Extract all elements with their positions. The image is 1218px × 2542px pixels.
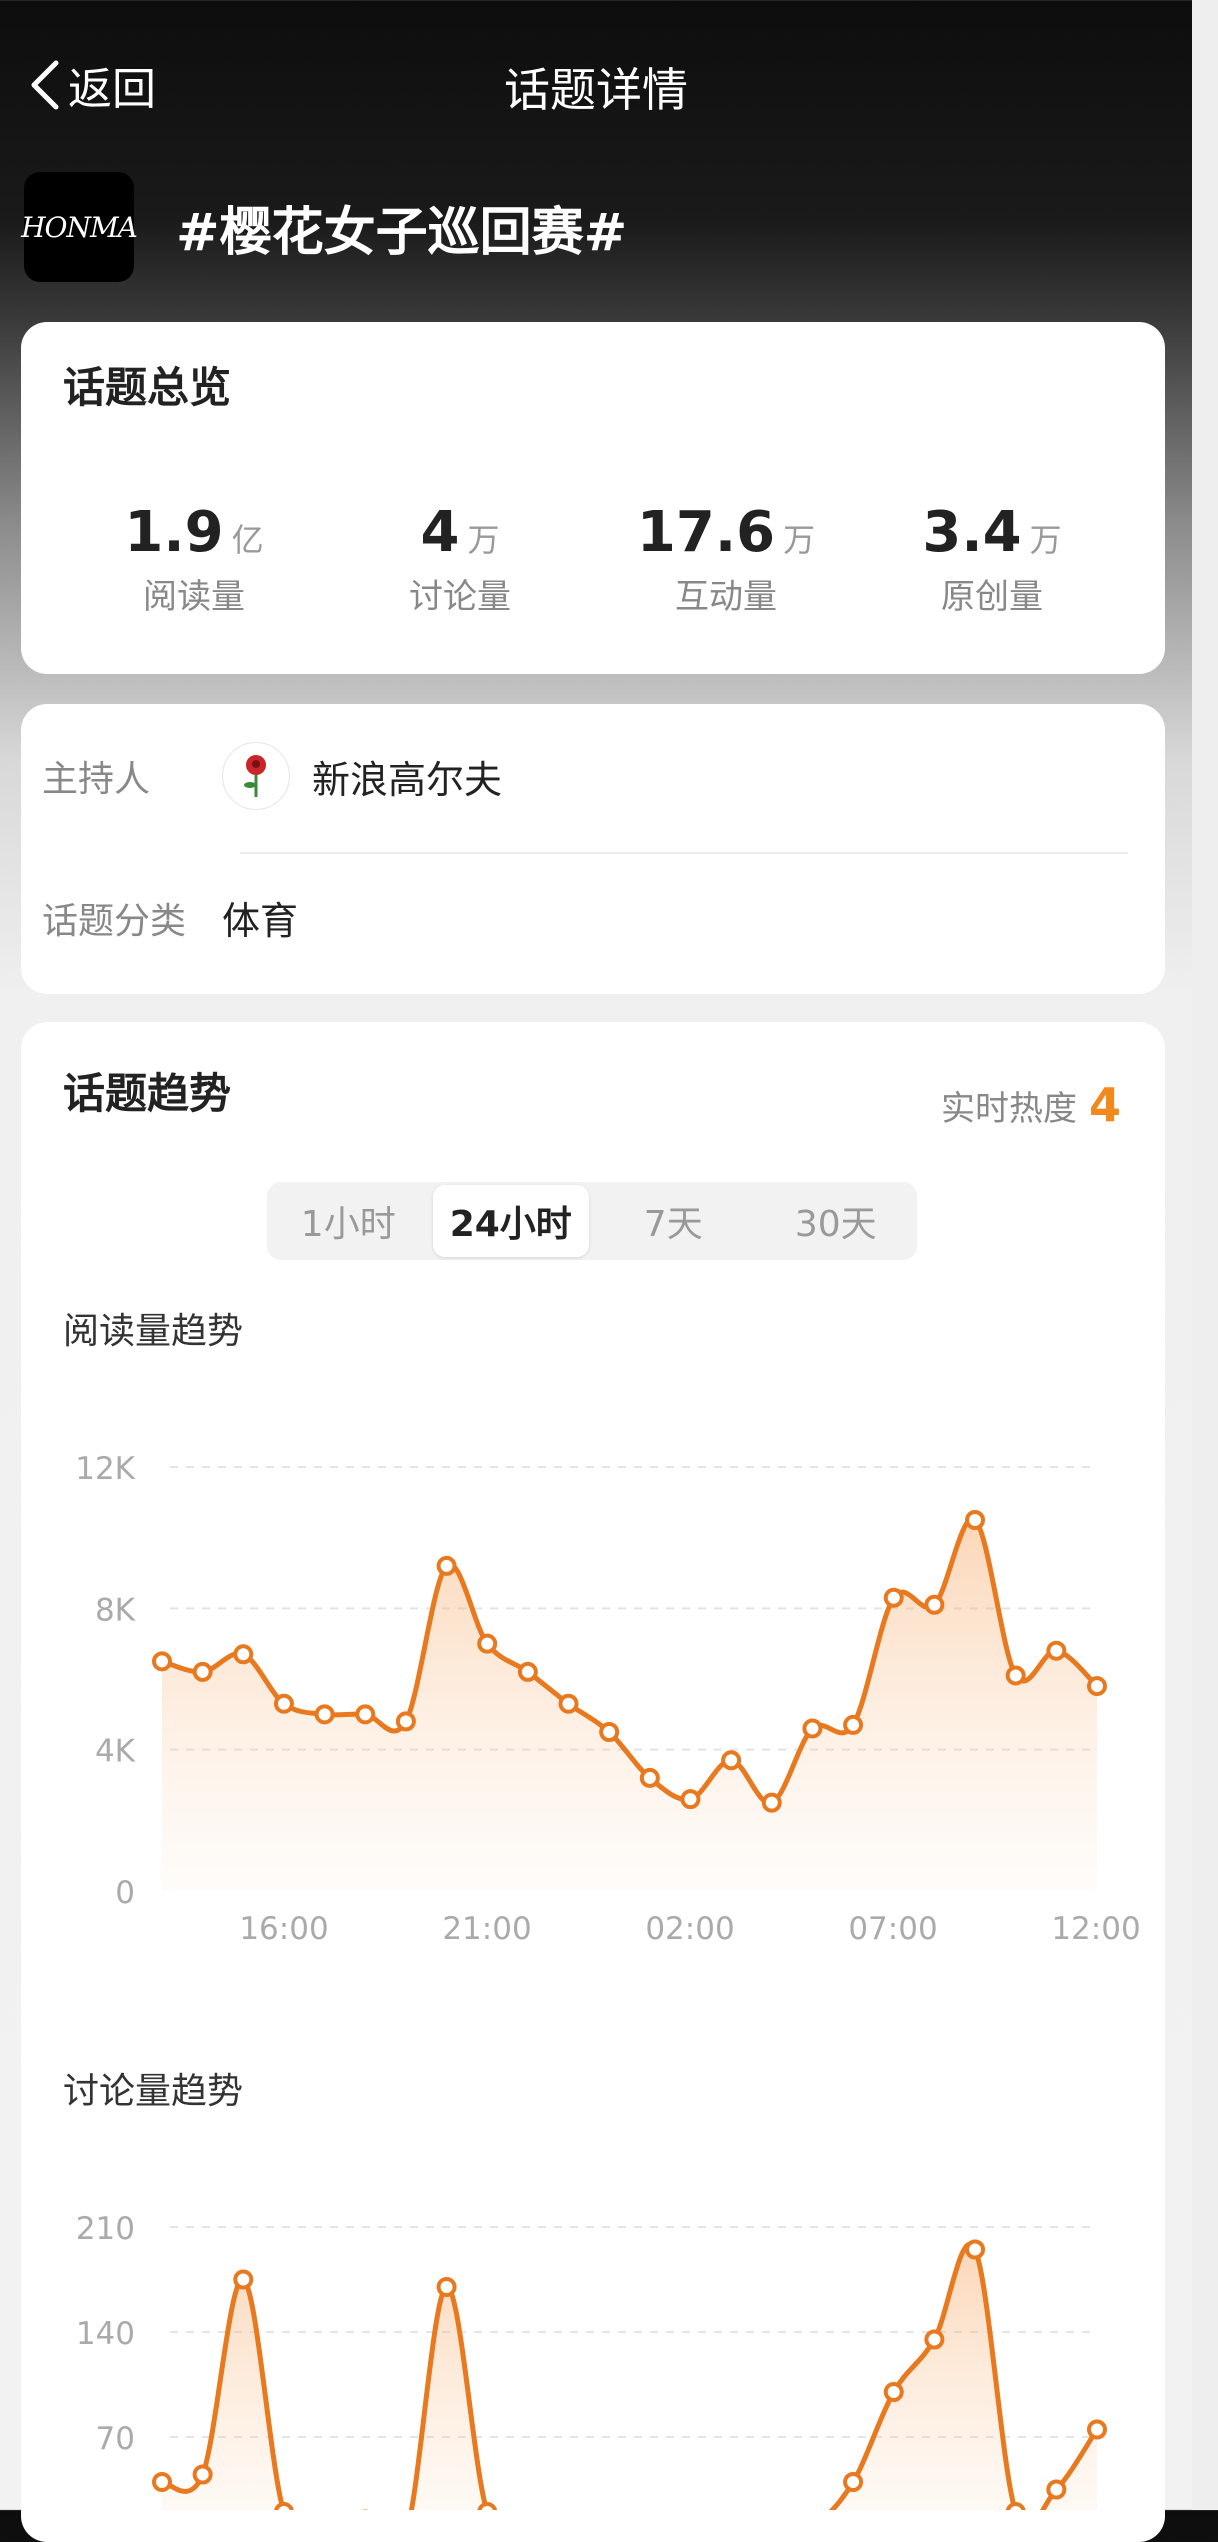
discuss-point-22[interactable] [1046, 2479, 1067, 2500]
category-label: 话题分类 [42, 900, 187, 942]
topic-name: #樱花女子巡回赛# [176, 202, 628, 263]
scrollbar-track[interactable] [1192, 0, 1218, 2510]
read-ytick-2: 4K [95, 1734, 136, 1770]
read-trend-title: 阅读量趋势 [63, 1311, 244, 1352]
read-point-9[interactable] [517, 1661, 538, 1682]
read-point-6[interactable] [395, 1711, 416, 1732]
stat-read-label: 阅读量 [143, 577, 245, 617]
overview-title: 话题总览 [63, 363, 232, 412]
stat-read-num: 1.9 [124, 500, 224, 565]
overview-card: 话题总览 [21, 322, 1165, 674]
host-label: 主持人 [42, 759, 151, 800]
topic-logo: HONMA [21, 172, 138, 282]
read-ytick-1: 8K [95, 1592, 136, 1628]
tab-1h[interactable]: 1小时 [270, 1185, 427, 1257]
read-point-4[interactable] [314, 1704, 335, 1725]
read-point-17[interactable] [843, 1714, 864, 1735]
stat-original[interactable]: 3.4 万 原创量 [862, 500, 1122, 618]
read-point-7[interactable] [436, 1555, 457, 1576]
header: 返回 话题详情 [0, 0, 1192, 170]
category-value: 体育 [222, 899, 299, 943]
stat-interact-num: 17.6 [636, 500, 776, 565]
read-point-3[interactable] [273, 1693, 294, 1714]
discuss-point-1[interactable] [192, 2464, 213, 2485]
heat-value: 4 [1088, 1078, 1121, 1132]
stat-discuss-num: 4 [420, 500, 460, 565]
time-range-tabs: 1小时 24小时 7天 30天 [267, 1182, 917, 1260]
read-point-14[interactable] [721, 1750, 742, 1771]
stat-interact-unit: 万 [783, 521, 816, 559]
discuss-point-23[interactable] [1087, 2419, 1107, 2440]
stat-original-unit: 万 [1029, 521, 1062, 559]
discuss-point-17[interactable] [843, 2472, 864, 2492]
host-row[interactable]: 主持人 新浪高尔夫 [42, 742, 502, 810]
realtime-heat: 实时热度 4 [941, 1078, 1121, 1132]
discuss-point-0[interactable] [152, 2472, 172, 2492]
divider [240, 852, 1128, 854]
discuss-point-21[interactable] [1005, 2502, 1026, 2510]
discuss-trend-title: 讨论量趋势 [63, 2071, 244, 2112]
discuss-point-18[interactable] [883, 2382, 904, 2402]
stat-read-unit: 亿 [231, 521, 264, 559]
read-point-22[interactable] [1046, 1640, 1067, 1661]
read-point-10[interactable] [558, 1693, 579, 1714]
stat-read[interactable]: 1.9 亿 阅读量 [64, 500, 324, 618]
stat-discuss-unit: 万 [467, 521, 500, 559]
category-row: 话题分类 体育 [42, 890, 298, 945]
read-point-23[interactable] [1087, 1676, 1107, 1697]
trend-title: 话题趋势 [63, 1069, 232, 1118]
read-point-13[interactable] [680, 1789, 701, 1810]
discuss-ytick-1: 140 [76, 2316, 135, 2352]
discuss-point-8[interactable] [477, 2502, 498, 2510]
discuss-point-20[interactable] [965, 2239, 986, 2260]
discuss-area [162, 2244, 1097, 2510]
discuss-point-7[interactable] [436, 2277, 457, 2297]
tab-30d[interactable]: 30天 [758, 1185, 915, 1257]
stat-interact[interactable]: 17.6 万 互动量 [596, 500, 856, 618]
read-ytick-0: 12K [75, 1451, 135, 1487]
discuss-ytick-0: 210 [76, 2211, 135, 2247]
discuss-point-2[interactable] [233, 2269, 254, 2290]
host-name: 新浪高尔夫 [312, 757, 503, 802]
read-point-16[interactable] [802, 1718, 823, 1739]
stat-discuss-label: 讨论量 [409, 577, 511, 617]
tab-7d[interactable]: 7天 [595, 1185, 752, 1257]
rose-icon [244, 755, 266, 797]
read-xtick-1: 21:00 [442, 1911, 531, 1947]
stat-original-num: 3.4 [922, 500, 1022, 565]
read-point-2[interactable] [233, 1644, 254, 1665]
read-xtick-0: 16:00 [239, 1911, 328, 1947]
read-area [162, 1518, 1097, 1891]
read-ytick-3: 0 [115, 1875, 135, 1911]
read-point-1[interactable] [192, 1661, 213, 1682]
stat-original-label: 原创量 [941, 577, 1043, 617]
read-point-8[interactable] [477, 1633, 498, 1654]
discuss-point-19[interactable] [924, 2329, 945, 2350]
read-xtick-4: 12:00 [1051, 1911, 1140, 1947]
topic-header: HONMA #樱花女子巡回赛# [21, 172, 628, 282]
discuss-ytick-2: 70 [96, 2421, 135, 2457]
read-point-18[interactable] [883, 1587, 904, 1608]
read-point-19[interactable] [924, 1594, 945, 1615]
read-point-15[interactable] [761, 1792, 782, 1813]
page-title: 话题详情 [504, 63, 688, 117]
read-point-12[interactable] [639, 1767, 660, 1788]
avatar [222, 742, 290, 810]
read-point-11[interactable] [599, 1722, 620, 1742]
read-xtick-3: 07:00 [848, 1911, 937, 1947]
read-point-21[interactable] [1005, 1665, 1026, 1686]
read-point-20[interactable] [965, 1510, 986, 1530]
discuss-trend-chart: 210 140 70 [76, 2211, 1107, 2510]
read-trend-chart: 12K 8K 4K 0 16:00 21:00 02:00 07:00 12:00 [75, 1451, 1140, 1947]
heat-label: 实时热度 [940, 1088, 1077, 1129]
tab-24h[interactable]: 24小时 [432, 1185, 589, 1257]
discuss-point-3[interactable] [274, 2502, 294, 2510]
stat-interact-label: 互动量 [675, 577, 777, 617]
read-xtick-2: 02:00 [645, 1911, 734, 1947]
read-point-5[interactable] [355, 1704, 376, 1725]
read-point-0[interactable] [152, 1651, 172, 1672]
stat-discuss[interactable]: 4万 讨论量 [330, 500, 590, 618]
